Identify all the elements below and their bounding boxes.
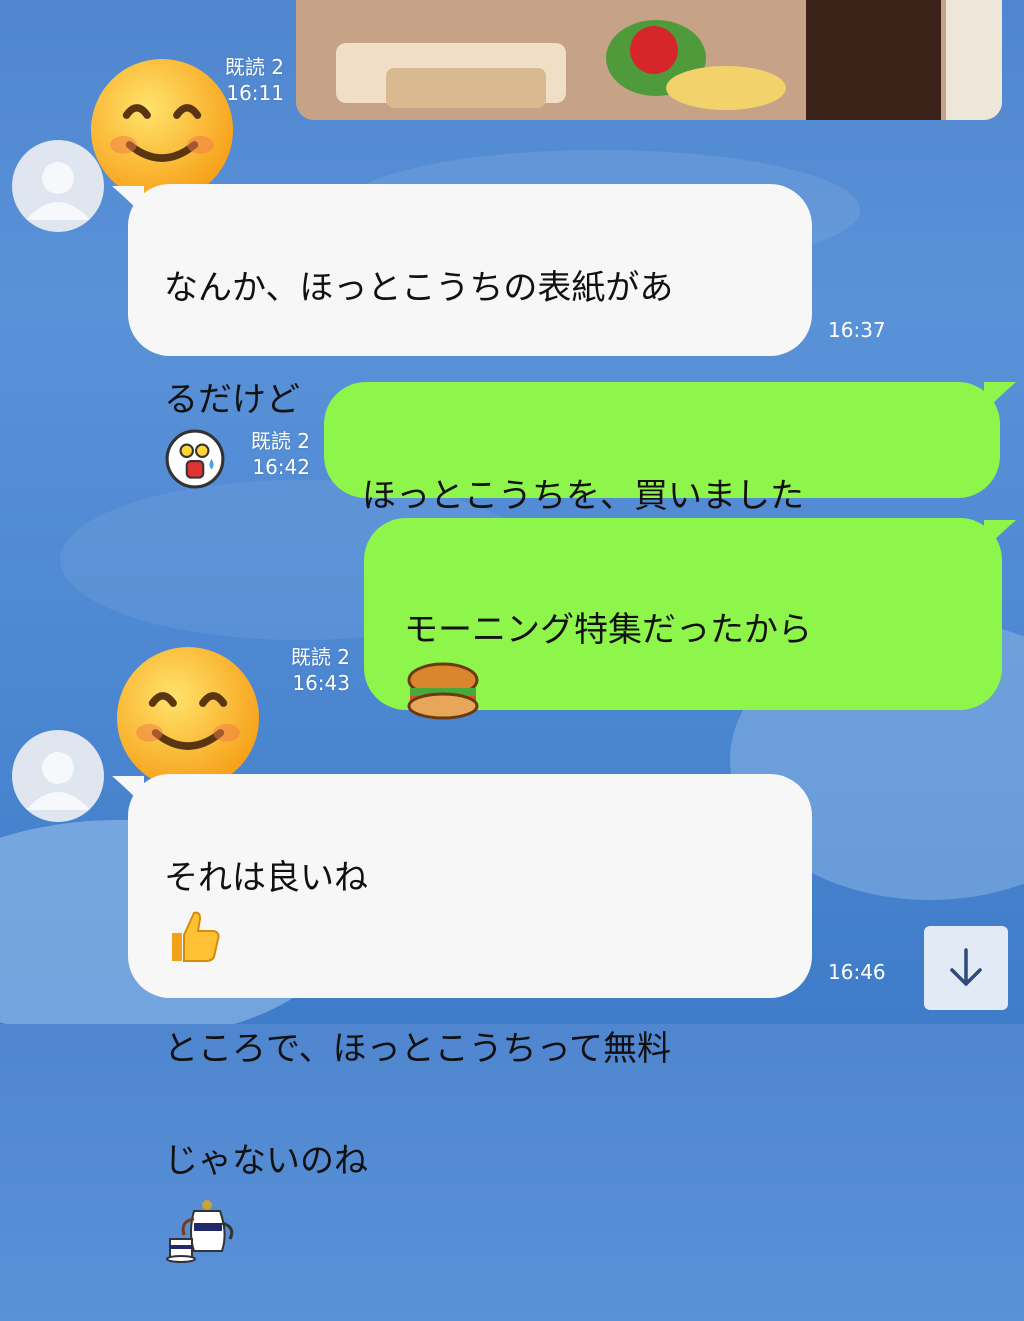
message-time: 16:46 (828, 960, 886, 984)
read-label: 既読 2 (250, 429, 310, 453)
food-photo (296, 0, 1002, 120)
bubble-tail (984, 382, 1016, 412)
message-bubble-right[interactable]: ほっとこうちを、買いました (324, 382, 1000, 583)
bubble-tail (984, 520, 1016, 550)
sandwich-icon (407, 662, 479, 720)
message-bubble-left[interactable]: なんか、ほっとこうちの表紙があ るだけど (128, 184, 812, 489)
photo-message[interactable] (296, 0, 1002, 120)
shocked-face-icon (165, 429, 225, 489)
read-receipt: 既読 2 16:42 (232, 428, 310, 480)
message-bubble-right[interactable]: モーニング特集だったから (364, 518, 1002, 952)
read-receipt: 既読 2 16:43 (272, 644, 350, 696)
message-bubble-left[interactable]: それは良いね ところで、ほっとこうちって無料 じゃないのね (128, 774, 812, 1263)
avatar[interactable] (12, 730, 104, 822)
smiling-face-icon (116, 646, 260, 790)
message-text: それは良いね ところで、ほっとこうちって無料 じゃないのね (164, 794, 671, 1321)
default-user-icon (26, 752, 90, 810)
scroll-to-bottom-button[interactable] (924, 926, 1008, 1010)
default-user-icon (26, 162, 90, 220)
message-time: 16:37 (828, 318, 886, 342)
read-label: 既読 2 (290, 645, 350, 669)
teapot-set-icon (166, 1199, 234, 1263)
time-label: 16:43 (292, 671, 350, 695)
thumbs-up-icon (172, 911, 220, 962)
down-arrow-icon (950, 948, 982, 986)
avatar[interactable] (12, 140, 104, 232)
time-label: 16:42 (252, 455, 310, 479)
